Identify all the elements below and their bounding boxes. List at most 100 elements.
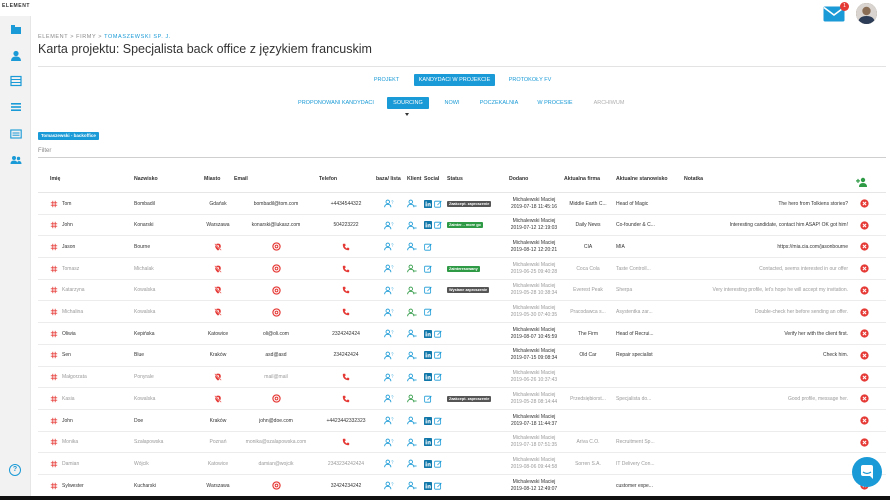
- edit-icon[interactable]: [434, 330, 442, 338]
- linkedin-icon[interactable]: [424, 199, 432, 208]
- edit-icon[interactable]: [434, 438, 442, 446]
- tab-poczekalnia[interactable]: POCZEKALNIA: [478, 97, 520, 109]
- client-user-icon[interactable]: [407, 329, 417, 338]
- edit-icon[interactable]: [434, 460, 442, 468]
- client-user-icon[interactable]: [407, 221, 417, 230]
- drag-handle-icon[interactable]: [50, 417, 58, 425]
- table-row[interactable]: Jason Bourne? Michalewski Maciej 2019-08-12…: [38, 236, 886, 259]
- remove-icon[interactable]: [860, 329, 869, 338]
- client-user-icon[interactable]: [407, 264, 417, 273]
- status-badge[interactable]: Wysłane zaproszenie: [447, 287, 490, 294]
- remove-icon[interactable]: [860, 438, 869, 447]
- col-klient[interactable]: Klient: [407, 176, 421, 182]
- table-row[interactable]: Sen Blue Kraków asd@asd 234242424? Michalewsk…: [38, 345, 886, 367]
- drag-handle-icon[interactable]: [50, 351, 58, 359]
- table-row[interactable]: Małgorzata Ponyrale mail@mail? Michalewski …: [38, 367, 886, 389]
- database-user-icon[interactable]: ?: [384, 264, 394, 273]
- table-row[interactable]: Michalina Kowalska? Michalewski Maciej 2019…: [38, 302, 886, 324]
- remove-icon[interactable]: [860, 199, 869, 208]
- drag-handle-icon[interactable]: [50, 373, 58, 381]
- menu-icon[interactable]: [9, 100, 22, 113]
- database-user-icon[interactable]: ?: [384, 438, 394, 447]
- table-row[interactable]: Tomasz Michalak? Zainteresowany Michalewski…: [38, 258, 886, 280]
- database-user-icon[interactable]: ?: [384, 221, 394, 230]
- remove-icon[interactable]: [860, 221, 869, 230]
- linkedin-icon[interactable]: [424, 373, 432, 382]
- filter-input[interactable]: Filter: [38, 148, 886, 158]
- client-user-icon[interactable]: [407, 286, 417, 295]
- edit-icon[interactable]: [434, 200, 442, 208]
- linkedin-icon[interactable]: [424, 221, 432, 230]
- client-user-icon[interactable]: [407, 351, 417, 360]
- status-badge[interactable]: Zainteresowany: [447, 265, 480, 272]
- remove-icon[interactable]: [860, 307, 869, 317]
- drag-handle-icon[interactable]: [50, 330, 58, 338]
- list-icon[interactable]: [9, 74, 22, 87]
- database-user-icon[interactable]: ?: [384, 459, 394, 468]
- database-user-icon[interactable]: ?: [384, 394, 394, 403]
- add-candidate-icon[interactable]: [856, 174, 868, 192]
- edit-icon[interactable]: [424, 243, 432, 251]
- edit-icon[interactable]: [424, 265, 432, 273]
- tab-w-procesie[interactable]: W PROCESIE: [535, 97, 575, 109]
- database-user-icon[interactable]: ?: [384, 351, 394, 360]
- linkedin-icon[interactable]: [424, 416, 432, 425]
- col-baza-lista[interactable]: baza/ lista: [376, 176, 401, 182]
- col-notatka[interactable]: Notatka: [684, 176, 703, 182]
- client-user-icon[interactable]: [407, 199, 417, 208]
- linkedin-icon[interactable]: [424, 459, 432, 468]
- drag-handle-icon[interactable]: [50, 265, 58, 273]
- col-status[interactable]: Status: [447, 176, 463, 182]
- group-icon[interactable]: [9, 153, 22, 166]
- col-social[interactable]: Social: [424, 176, 439, 182]
- drag-handle-icon[interactable]: [50, 482, 58, 490]
- client-user-icon[interactable]: [407, 242, 417, 251]
- remove-icon[interactable]: [860, 264, 869, 273]
- database-user-icon[interactable]: ?: [384, 481, 394, 490]
- remove-icon[interactable]: [860, 372, 869, 382]
- database-user-icon[interactable]: ?: [384, 416, 394, 425]
- drag-handle-icon[interactable]: [50, 438, 58, 446]
- drag-handle-icon[interactable]: [50, 221, 58, 229]
- table-row[interactable]: John Doe Kraków john@doe.com +4423442332323?…: [38, 410, 886, 432]
- client-user-icon[interactable]: [407, 308, 417, 317]
- remove-icon[interactable]: [860, 416, 869, 425]
- table-row[interactable]: Oliwia Kepińska Katowice oli@oli.com 2324242…: [38, 323, 886, 345]
- edit-icon[interactable]: [434, 351, 442, 359]
- drag-handle-icon[interactable]: [50, 308, 58, 316]
- edit-icon[interactable]: [434, 373, 442, 381]
- client-user-icon[interactable]: [407, 438, 417, 447]
- database-user-icon[interactable]: ?: [384, 199, 394, 208]
- drag-handle-icon[interactable]: [50, 286, 58, 294]
- card-icon[interactable]: [9, 127, 22, 140]
- tab-kandydaci-w-projekcie[interactable]: KANDYDACI W PROJEKCIE: [414, 74, 495, 86]
- col-dodano[interactable]: Dodano: [509, 176, 528, 182]
- table-row[interactable]: Damian Wójcik Katowice damian@wojcik 2343234…: [38, 453, 886, 476]
- edit-icon[interactable]: [424, 395, 432, 403]
- col-miasto[interactable]: Miasto: [204, 176, 220, 182]
- edit-icon[interactable]: [434, 482, 442, 490]
- drag-handle-icon[interactable]: [50, 200, 58, 208]
- avatar[interactable]: [856, 3, 877, 24]
- database-user-icon[interactable]: ?: [384, 329, 394, 338]
- user-icon[interactable]: [9, 49, 22, 62]
- edit-icon[interactable]: [424, 286, 432, 294]
- col-aktualne-stanowisko[interactable]: Aktualne stanowisko: [616, 176, 668, 182]
- col-email[interactable]: Email: [234, 176, 248, 182]
- client-user-icon[interactable]: [407, 481, 417, 490]
- linkedin-icon[interactable]: [424, 438, 432, 447]
- table-row[interactable]: John Konarski Warszawa konarski@lukasz.com 5…: [38, 215, 886, 237]
- status-badge[interactable]: Zaakcept. zaproszenie: [447, 395, 492, 402]
- remove-icon[interactable]: [860, 242, 869, 252]
- tab-protokoly-fv[interactable]: PROTOKOŁY FV: [507, 74, 553, 86]
- tab-nowi[interactable]: NOWI: [440, 97, 464, 109]
- client-user-icon[interactable]: [407, 373, 417, 382]
- client-user-icon[interactable]: [407, 416, 417, 425]
- database-user-icon[interactable]: ?: [384, 286, 394, 295]
- remove-icon[interactable]: [860, 351, 869, 360]
- status-badge[interactable]: Zaakcept. zaproszenie: [447, 200, 492, 207]
- table-row[interactable]: Sylwester Kucharski Warszawa 32424234242? Mi…: [38, 475, 886, 497]
- table-row[interactable]: Kasia Kowalska? Zaakcept. zaproszenie Micha…: [38, 388, 886, 410]
- linkedin-icon[interactable]: [424, 481, 432, 490]
- linkedin-icon[interactable]: [424, 351, 432, 360]
